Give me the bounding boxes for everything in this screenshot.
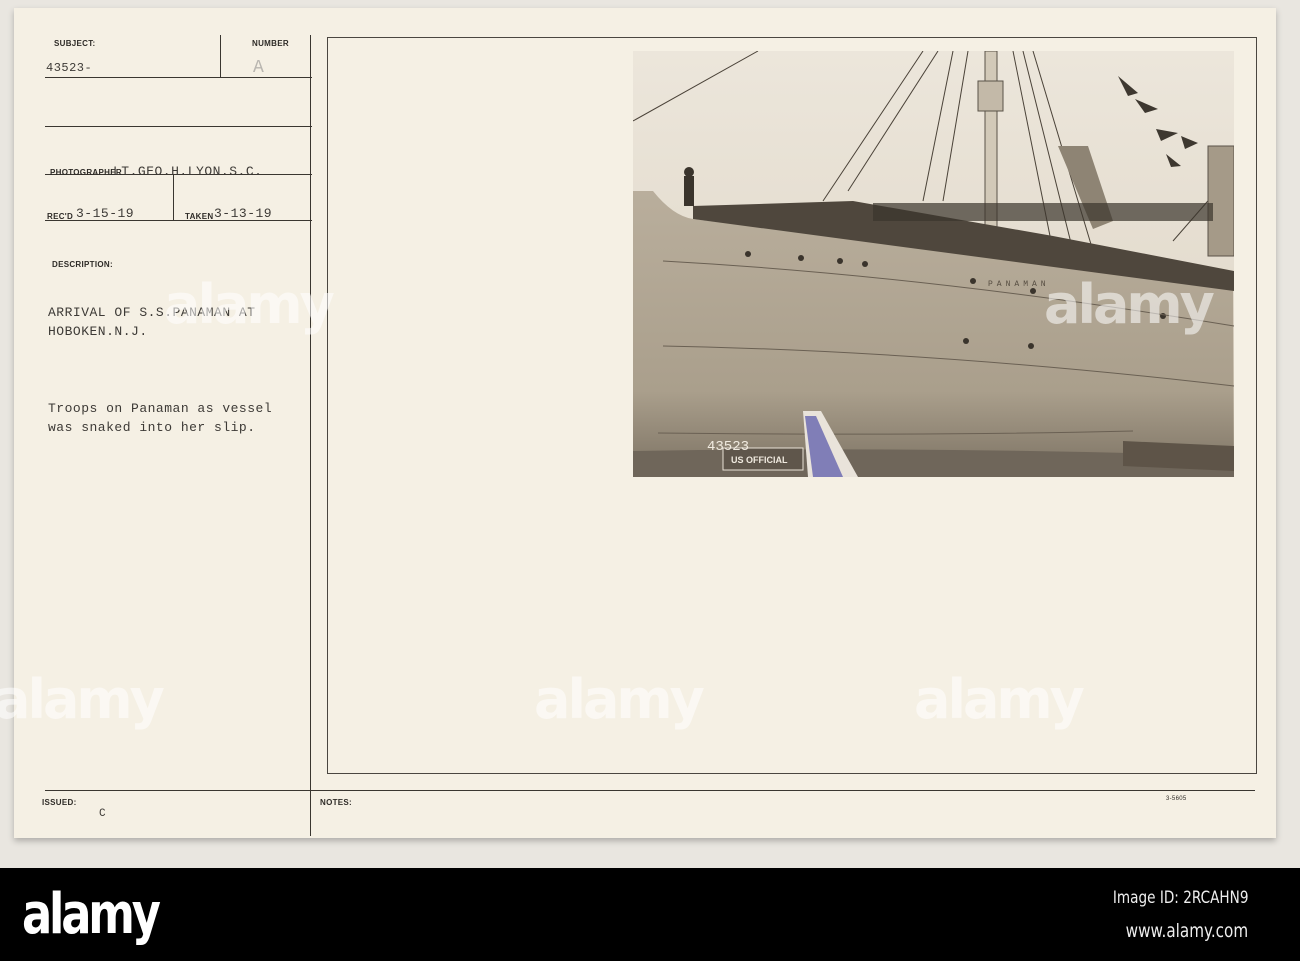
divider — [45, 790, 1255, 791]
divider — [45, 77, 312, 78]
ship-image: PANAMAN US OFFICIAL 43523 — [633, 51, 1234, 477]
divider — [220, 35, 221, 77]
number-value: A — [253, 58, 265, 78]
ship-photograph: PANAMAN US OFFICIAL 43523 — [633, 51, 1234, 477]
photographer-value: LT.GEO.H.LYON.S.C. — [113, 164, 263, 179]
number-label: NUMBER — [252, 39, 289, 48]
ship-name-text: PANAMAN — [988, 280, 1050, 289]
negative-number: 43523 — [707, 439, 749, 455]
watermark: alamy — [164, 273, 335, 336]
description-text: Troops on Panaman as vessel was snaked i… — [48, 399, 272, 437]
image-id: Image ID: 2RCAHN9 — [1112, 888, 1248, 908]
archive-card: SUBJECT: 43523- NUMBER A PHOTOGRAPHER LT… — [0, 8, 1276, 838]
site-url[interactable]: www.alamy.com — [1125, 920, 1248, 942]
issued-label: ISSUED: — [42, 798, 77, 807]
watermark: alamy — [0, 668, 165, 731]
description-text-line: was snaked into her slip. — [48, 420, 256, 435]
footer-bar: alamy Image ID: 2RCAHN9 www.alamy.com — [0, 868, 1300, 961]
divider — [45, 126, 312, 127]
received-label: REC'D — [47, 212, 74, 221]
form-code: 3-5605 — [1166, 796, 1187, 802]
subject-label: SUBJECT: — [54, 39, 96, 48]
notes-label: NOTES: — [320, 798, 353, 807]
watermark: alamy — [1044, 273, 1215, 336]
received-value: 3-15-19 — [76, 206, 135, 221]
description-text-line: Troops on Panaman as vessel — [48, 401, 273, 416]
alamy-logo: alamy — [22, 882, 161, 947]
taken-label: TAKEN — [185, 212, 214, 221]
issued-value: C — [99, 808, 107, 820]
watermark: alamy — [914, 668, 1085, 731]
taken-value: 3-13-19 — [214, 206, 273, 221]
subject-value: 43523- — [46, 61, 93, 75]
description-label: DESCRIPTION: — [52, 260, 113, 269]
photographer-label: PHOTOGRAPHER — [50, 168, 122, 177]
divider — [173, 174, 174, 220]
watermark: alamy — [534, 668, 705, 731]
us-official-stamp: US OFFICIAL — [731, 455, 788, 465]
column-divider — [310, 35, 311, 836]
